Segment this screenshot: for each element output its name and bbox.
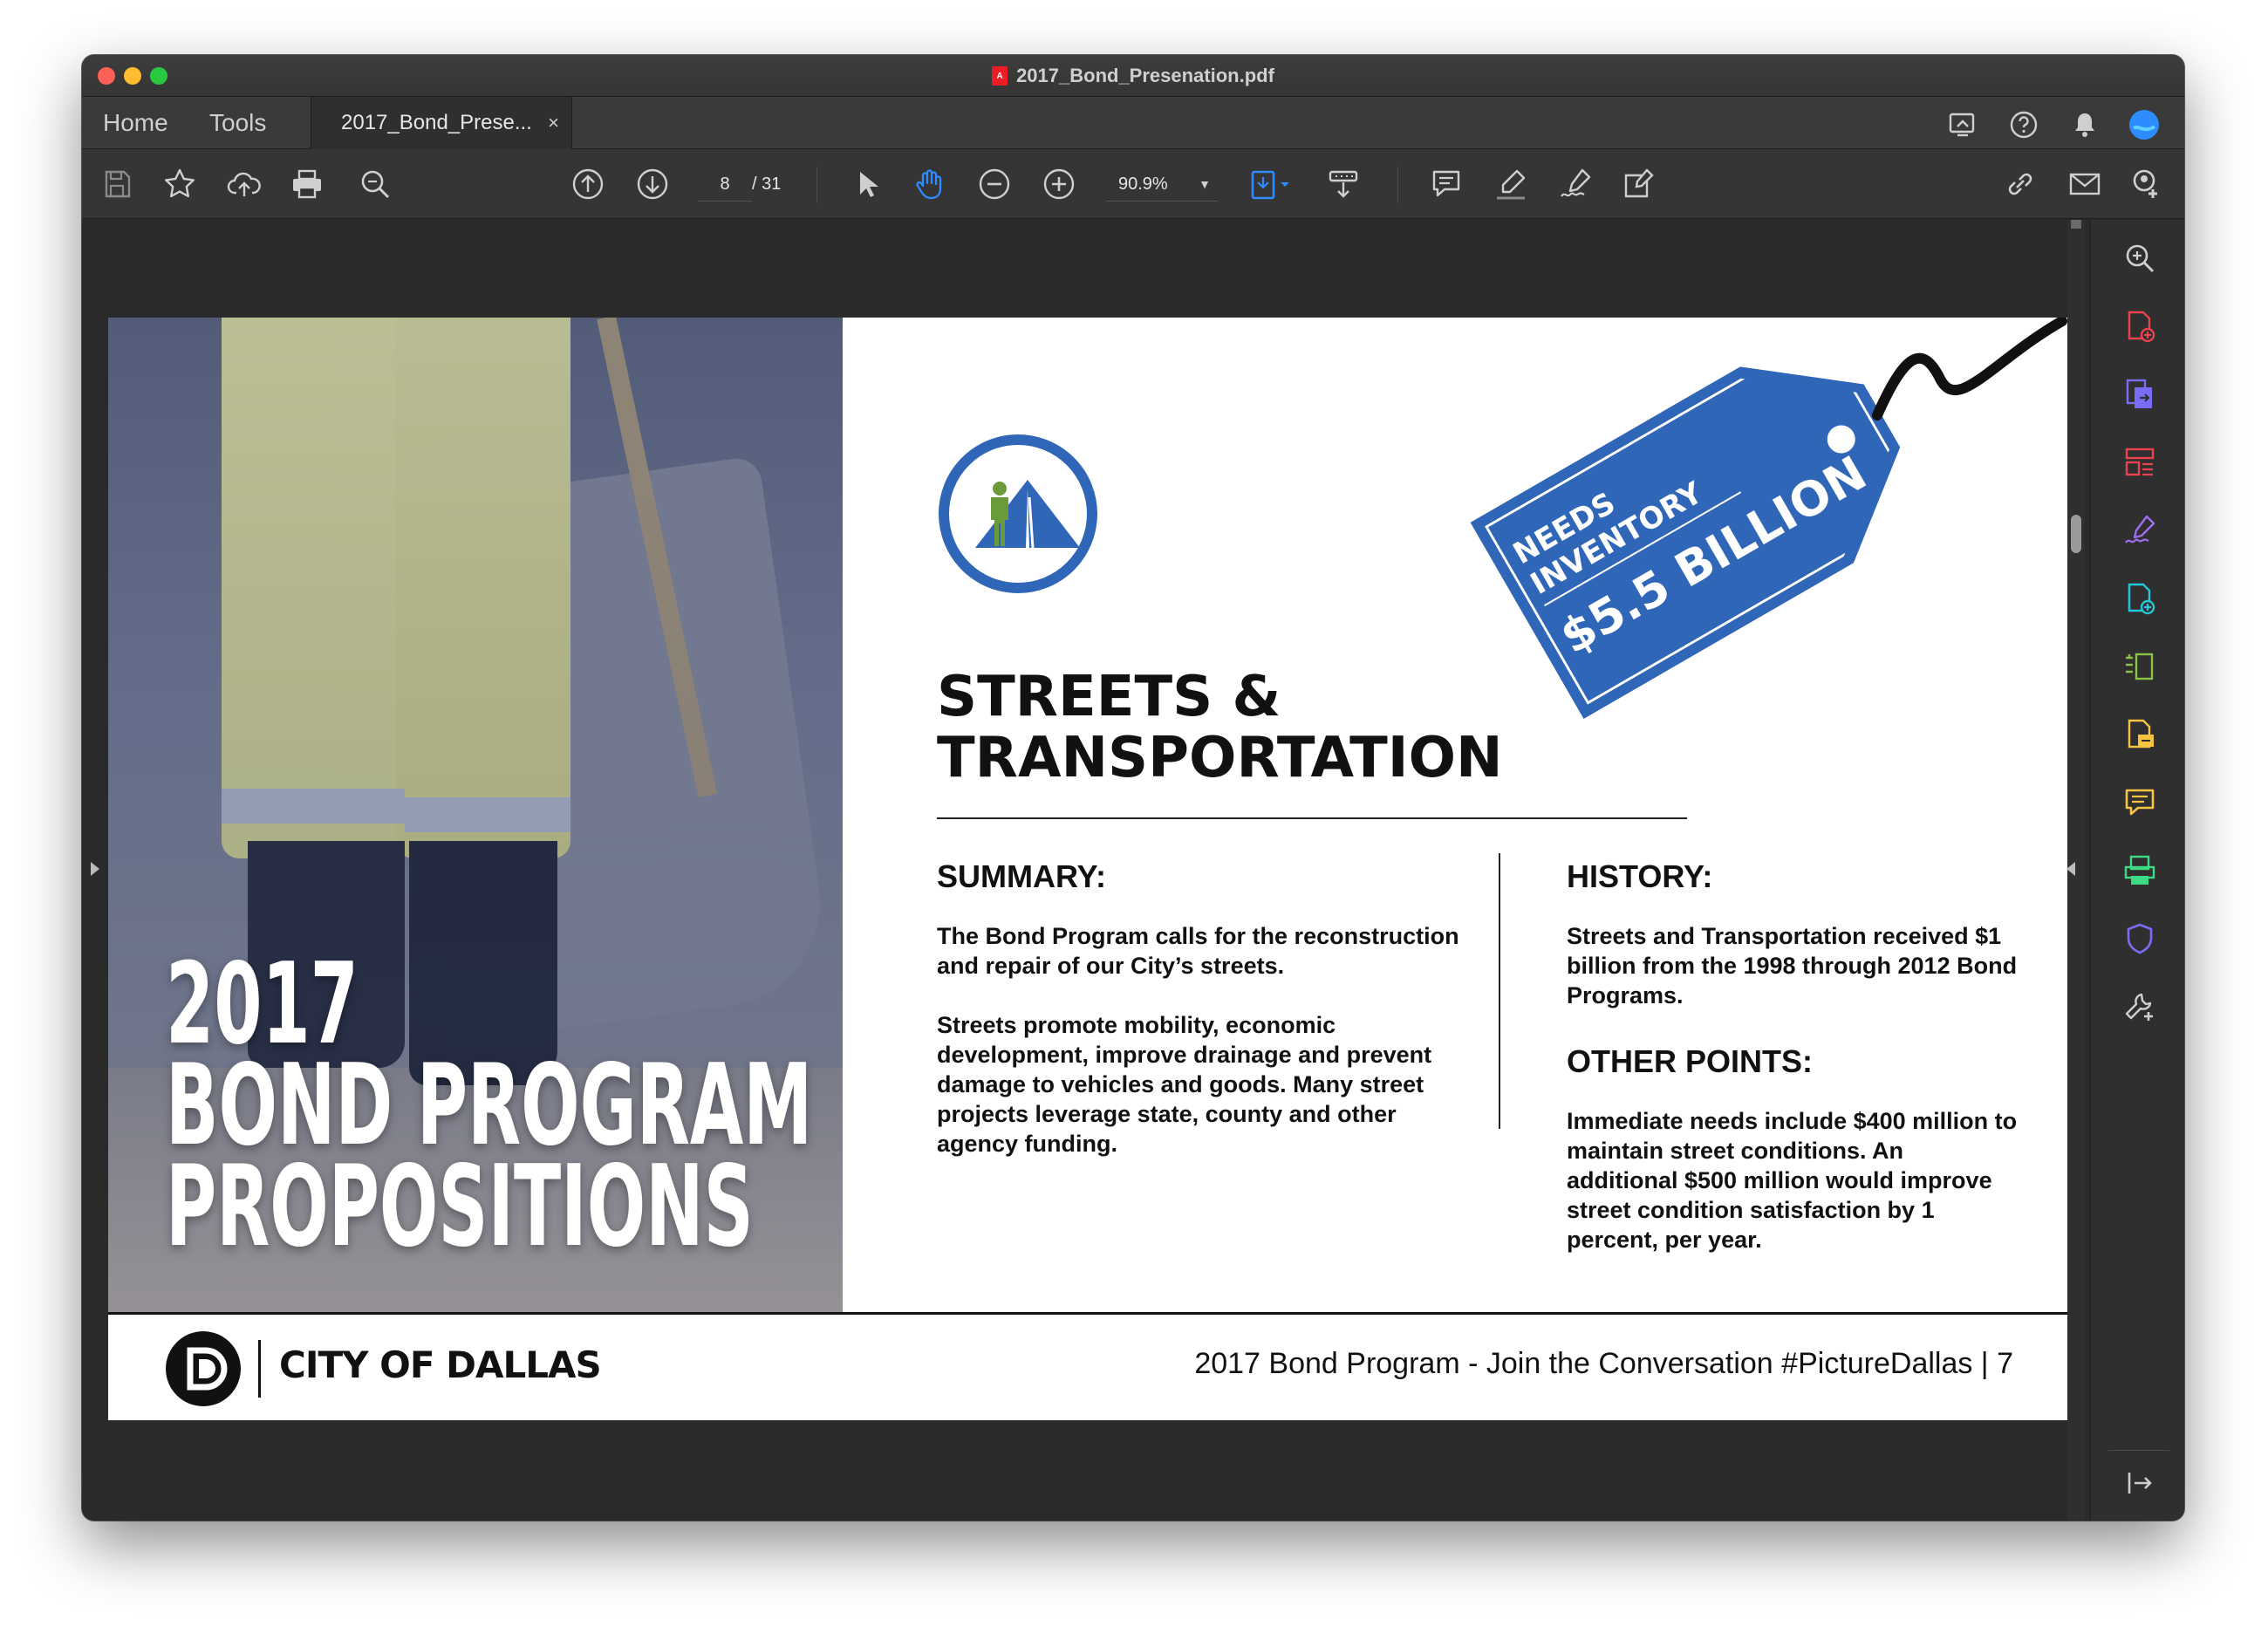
heading-divider — [937, 817, 1687, 819]
price-tag: NEEDS INVENTORY $5.5 BILLION — [1470, 318, 1938, 719]
add-user-icon[interactable] — [2128, 167, 2163, 202]
cloud-upload-icon[interactable] — [227, 167, 262, 202]
prev-page-icon[interactable] — [570, 167, 605, 202]
tab-bar: Home Tools 2017_Bond_Prese... × — [82, 97, 2184, 150]
left-panel-expand-icon[interactable] — [91, 862, 99, 876]
share-screen-icon[interactable] — [1947, 109, 1978, 140]
export-pdf-icon[interactable] — [2122, 377, 2157, 412]
organize-pages-icon[interactable] — [2122, 445, 2157, 480]
chevron-down-icon: ▼ — [1199, 177, 1211, 191]
section-heading-line1: STREETS & — [937, 665, 1281, 729]
toolbar-separator — [816, 167, 817, 203]
fill-sign-icon[interactable] — [2122, 513, 2157, 548]
tab-home[interactable]: Home — [103, 97, 168, 149]
section-heading-line2: TRANSPORTATION — [937, 726, 1503, 790]
section-heading: STREETS & TRANSPORTATION — [937, 667, 1503, 789]
history-heading: HISTORY: — [1567, 858, 1713, 894]
city-of-dallas-logo-icon — [166, 1331, 241, 1406]
create-pdf-plus-icon[interactable] — [2122, 581, 2157, 616]
window-title-text: 2017_Bond_Presenation.pdf — [1016, 65, 1274, 86]
star-icon[interactable] — [162, 167, 197, 202]
tab-tools[interactable]: Tools — [209, 97, 266, 149]
pdf-page: 2017 BOND PROGRAM PROPOSITIONS NEEDS INV… — [108, 318, 2067, 1420]
footer-separator — [258, 1340, 261, 1398]
footer-city-name: CITY OF DALLAS — [279, 1343, 602, 1386]
select-arrow-icon[interactable] — [850, 167, 885, 202]
document-viewport[interactable]: 2017 BOND PROGRAM PROPOSITIONS NEEDS INV… — [82, 220, 2090, 1521]
app-window: A 2017_Bond_Presenation.pdf Home Tools 2… — [82, 55, 2184, 1521]
summary-paragraph-2: Streets promote mobility, economic devel… — [937, 1012, 1432, 1157]
tools-icon[interactable] — [2122, 989, 2157, 1024]
scan-icon[interactable] — [2122, 853, 2157, 888]
toolbar-separator — [1397, 167, 1398, 203]
summary-paragraph-1: The Bond Program calls for the reconstru… — [937, 923, 1459, 979]
notifications-bell-icon[interactable] — [2069, 109, 2101, 140]
main-toolbar: 8 / 31 90.9% ▼ — [82, 149, 2184, 219]
tab-document[interactable]: 2017_Bond_Prese... × — [311, 97, 572, 150]
page-total-label: / 31 — [752, 174, 782, 194]
zoom-search-icon[interactable] — [2122, 241, 2157, 276]
other-points-paragraph: Immediate needs include $400 million to … — [1567, 1108, 2018, 1253]
help-icon[interactable] — [2008, 109, 2039, 140]
other-points-heading: OTHER POINTS: — [1567, 1043, 1814, 1079]
cover-title-line3: PROPOSITIONS — [166, 1142, 754, 1272]
create-pdf-icon[interactable] — [2122, 309, 2157, 344]
price-tag-string — [1872, 318, 2067, 420]
sign-icon[interactable] — [1558, 167, 1593, 202]
print-icon[interactable] — [290, 167, 324, 202]
search-icon[interactable] — [358, 167, 393, 202]
zoom-out-icon[interactable] — [977, 167, 1012, 202]
footer-tagline: 2017 Bond Program - Join the Conversatio… — [1194, 1347, 2013, 1380]
scrollbar-thumb[interactable] — [2071, 515, 2081, 553]
comment-icon[interactable] — [2122, 785, 2157, 820]
fit-page-icon[interactable] — [1247, 167, 1296, 202]
hand-icon[interactable] — [912, 167, 947, 202]
window-title: A 2017_Bond_Presenation.pdf — [82, 55, 2184, 97]
pdf-file-icon: A — [992, 66, 1008, 85]
next-page-icon[interactable] — [635, 167, 670, 202]
export-icon[interactable] — [2122, 717, 2157, 752]
footer-divider — [108, 1312, 2067, 1315]
tools-sidebar — [2066, 220, 2184, 1521]
collapse-icon[interactable] — [2122, 1466, 2157, 1501]
save-icon[interactable] — [99, 167, 134, 202]
zoom-select[interactable]: 90.9% ▼ — [1106, 167, 1218, 202]
highlight-icon[interactable] — [1493, 167, 1528, 202]
edit-pdf-icon[interactable] — [2122, 649, 2157, 684]
account-avatar-icon[interactable] — [2128, 109, 2160, 140]
history-paragraph: Streets and Transportation received $1 b… — [1567, 923, 2018, 1008]
tab-document-label: 2017_Bond_Prese... — [341, 111, 532, 134]
zoom-value: 90.9% — [1118, 174, 1168, 194]
email-icon[interactable] — [2067, 167, 2102, 202]
cover-photo: 2017 BOND PROGRAM PROPOSITIONS — [108, 318, 843, 1312]
streets-transportation-logo-icon — [939, 434, 1097, 593]
sidebar-separator — [2108, 1450, 2169, 1451]
scroll-mode-icon[interactable] — [1326, 167, 1361, 202]
protect-icon[interactable] — [2122, 921, 2157, 956]
zoom-in-icon[interactable] — [1042, 167, 1076, 202]
summary-heading: SUMMARY: — [937, 858, 1106, 894]
share-link-icon[interactable] — [2003, 167, 2038, 202]
title-bar: A 2017_Bond_Presenation.pdf — [82, 55, 2184, 97]
column-divider — [1499, 853, 1500, 1129]
page-number-input[interactable]: 8 — [698, 167, 752, 202]
cover-title: 2017 BOND PROGRAM PROPOSITIONS — [166, 949, 812, 1272]
right-panel-collapse-icon[interactable] — [2066, 862, 2075, 876]
comment-icon[interactable] — [1429, 167, 1464, 202]
fill-sign-icon[interactable] — [1621, 167, 1656, 202]
scrollbar-top-cap — [2071, 220, 2081, 229]
tab-close-button[interactable]: × — [548, 97, 559, 149]
